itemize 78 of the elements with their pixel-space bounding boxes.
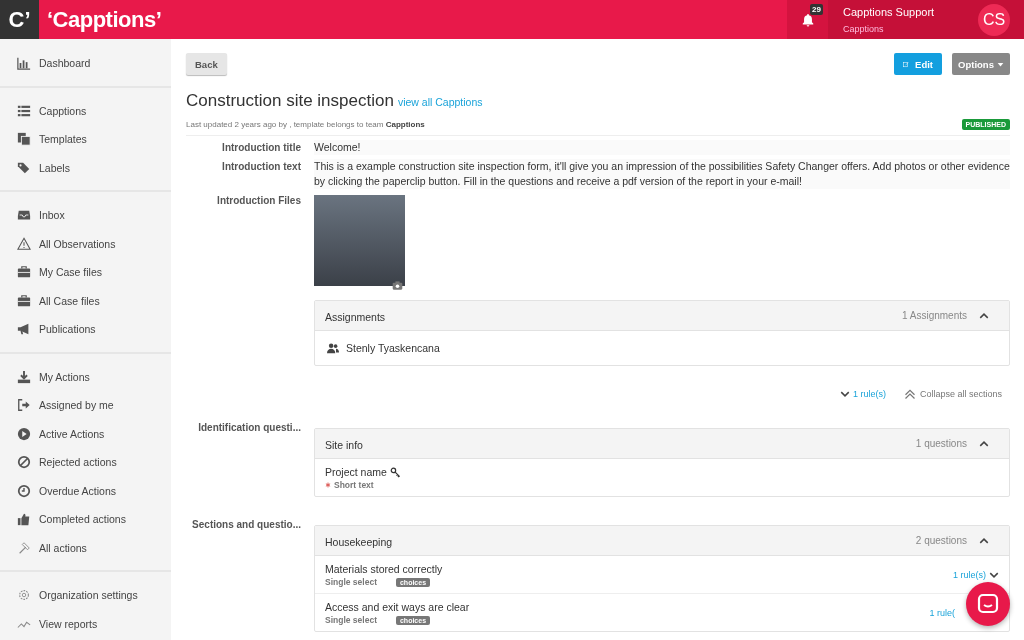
sidebar-item[interactable]: Active Actions (0, 419, 171, 448)
sidebar-item[interactable]: All Case files (0, 286, 171, 315)
field-value: This is a example construction site inspection form, it'll give you an impression of the possibilities Safety Changer offers. Add photos or other evidence by clicking the paperclip button. Fill in the questions and receive a pdf version of the report in your e-mail! (314, 159, 1010, 189)
question-type: Single select (325, 615, 377, 625)
back-button[interactable]: Back (186, 53, 227, 75)
field-value: Welcome! (314, 140, 1010, 155)
organization-name: Capptions (843, 23, 885, 34)
briefcase-icon (17, 265, 31, 280)
field-label: Introduction Files (216, 194, 301, 208)
download-icon (17, 369, 31, 384)
sidebar-item[interactable]: Dashboard (0, 49, 171, 78)
last-updated-text: Last updated 2 years ago by , template belongs to team Capptions (186, 120, 425, 129)
logo-mark[interactable]: C’ (0, 0, 39, 39)
sidebar-item[interactable]: My Actions (0, 362, 171, 391)
section-title: Site info (325, 438, 364, 451)
bar-chart-icon (17, 56, 31, 71)
question-name: Access and exit ways are clear (325, 601, 470, 613)
gavel-icon (17, 540, 31, 555)
sidebar-item[interactable]: Organization settings (0, 581, 171, 610)
field-label: Introduction title (221, 141, 301, 155)
sidebar-item[interactable]: Templates (0, 125, 171, 154)
field-label: Sections and questio... (191, 518, 301, 532)
logo[interactable]: ‘Capptions’ (39, 0, 787, 39)
user-name: Capptions Support (843, 5, 935, 18)
sidebar-item[interactable]: Rejected actions (0, 448, 171, 477)
sidebar-item[interactable]: Assigned by me (0, 391, 171, 420)
gear-icon (17, 588, 31, 603)
page-title: Construction site inspection (186, 91, 394, 111)
sidebar-item[interactable]: Publications (0, 315, 171, 344)
chevron-down-icon (989, 570, 999, 580)
avatar[interactable]: CS (978, 3, 1010, 36)
question-name: Project name (325, 466, 387, 478)
section-count: 1 Assignments (901, 310, 967, 321)
camera-icon (392, 280, 403, 291)
sidebar-item[interactable]: Completed actions (0, 505, 171, 534)
sidebar-item[interactable]: Labels (0, 153, 171, 182)
sidebar-item[interactable]: Capptions (0, 96, 171, 125)
options-button[interactable]: Options (952, 53, 1010, 75)
bell-icon (800, 12, 815, 27)
user-area[interactable]: Capptions Support Capptions CS (828, 0, 1024, 39)
assignee-name: Stenly Tyaskencana (346, 342, 440, 354)
sign-out-icon (17, 398, 31, 413)
megaphone-icon (17, 322, 31, 337)
section-count: 1 questions (915, 438, 967, 449)
sidebar-item[interactable]: Overdue Actions (0, 476, 171, 505)
thumbs-up-icon (17, 512, 31, 527)
section-title: Assignments (325, 310, 387, 323)
briefcase-icon (17, 293, 31, 308)
section-header[interactable]: Site info 1 questions (315, 429, 1009, 459)
question-type: Single select (325, 577, 377, 587)
sidebar-item[interactable]: View reports (0, 609, 171, 638)
chat-icon (976, 592, 1000, 616)
section-title: Housekeeping (325, 535, 394, 548)
sidebar-item[interactable]: Inbox (0, 201, 171, 230)
caret-down-icon (996, 60, 1004, 68)
tags-icon (17, 160, 31, 175)
notification-count: 29 (810, 4, 823, 15)
sidebar-item[interactable]: All actions (0, 533, 171, 562)
question-name: Materials stored correctly (325, 563, 443, 575)
section-count: 2 questions (915, 535, 967, 546)
collapse-all-link[interactable]: Collapse all sections (903, 388, 1002, 400)
chevron-down-icon (839, 389, 850, 399)
notifications-area[interactable]: 29 (787, 0, 828, 39)
section-header[interactable]: Housekeeping 2 questions (315, 526, 1009, 556)
section-header[interactable]: Assignments 1 Assignments (315, 301, 1009, 331)
ban-icon (17, 455, 31, 470)
sidebar-item[interactable]: My Case files (0, 258, 171, 287)
play-icon (17, 426, 31, 441)
users-icon (327, 342, 339, 354)
warning-icon (17, 236, 31, 251)
clock-icon (17, 483, 31, 498)
copy-icon (17, 132, 31, 147)
field-label: Introduction text (221, 160, 301, 174)
list-icon (17, 103, 31, 118)
field-label: Identification questi... (197, 421, 301, 435)
sidebar-item[interactable]: All Observations (0, 229, 171, 258)
double-chevron-up-icon (903, 388, 916, 400)
question-type: Short text (334, 480, 374, 490)
